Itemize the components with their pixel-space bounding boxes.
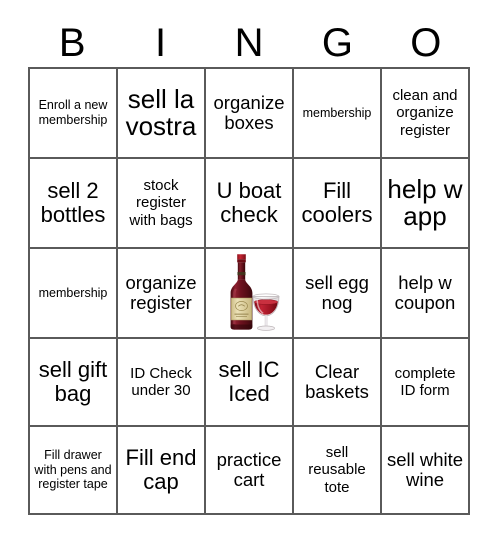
bingo-cell-label: stock register with bags [129, 177, 193, 229]
bingo-cell[interactable]: complete ID form [382, 339, 470, 427]
bingo-cell[interactable]: Fill drawer with pens and register tape [30, 427, 118, 515]
bingo-cell-label: sell egg nog [305, 271, 369, 313]
bingo-cell-label: practice cart [216, 448, 282, 490]
bingo-cell-label: help w app [387, 173, 463, 231]
bingo-cell[interactable]: help w app [382, 159, 470, 249]
bingo-cell[interactable]: Fill end cap [118, 427, 206, 515]
bingo-cell-label: Clear baskets [305, 360, 369, 402]
bingo-cell[interactable]: clean and organize register [382, 69, 470, 159]
header-letter-b: B [58, 20, 86, 65]
header-letter-i: I [155, 20, 167, 65]
bingo-cell-label: Fill coolers [301, 178, 373, 227]
bingo-cell[interactable]: Enroll a new membership [30, 69, 118, 159]
bingo-cell[interactable]: sell egg nog [294, 249, 382, 339]
bingo-cell[interactable]: membership [30, 249, 118, 339]
bingo-card: B I N G O Enroll a new membership sell l… [0, 0, 500, 544]
bingo-cell-label: sell 2 bottles [40, 178, 106, 227]
bingo-cell[interactable]: organize register [118, 249, 206, 339]
header-letter-n: N [234, 20, 264, 65]
bingo-cell-label: organize register [125, 271, 197, 313]
bingo-cell-label: Fill end cap [125, 445, 197, 494]
bingo-cell[interactable]: practice cart [206, 427, 294, 515]
bingo-cell[interactable] [206, 249, 294, 339]
bingo-cell[interactable]: sell reusable tote [294, 427, 382, 515]
bingo-cell-label: sell IC Iced [218, 357, 280, 406]
bingo-cell-label: help w coupon [394, 271, 456, 313]
bingo-grid: Enroll a new membership sell la vostra o… [28, 67, 470, 515]
bingo-cell[interactable]: sell IC Iced [206, 339, 294, 427]
bingo-cell-label: Fill drawer with pens and register tape [34, 447, 112, 492]
bingo-cell-label: organize boxes [213, 91, 285, 133]
bingo-cell[interactable]: sell gift bag [30, 339, 118, 427]
wine-bottle-and-glass-image [209, 250, 289, 336]
bingo-header: B I N G O [28, 18, 470, 67]
bingo-cell[interactable]: Clear baskets [294, 339, 382, 427]
bingo-cell-label: sell reusable tote [308, 444, 366, 496]
bingo-cell[interactable]: organize boxes [206, 69, 294, 159]
header-letter-g: G [321, 20, 353, 65]
bingo-cell[interactable]: stock register with bags [118, 159, 206, 249]
bingo-cell-label: U boat check [216, 178, 282, 227]
bingo-cell[interactable]: U boat check [206, 159, 294, 249]
bingo-cell[interactable]: sell 2 bottles [30, 159, 118, 249]
bingo-cell-label: sell white wine [386, 448, 464, 490]
bingo-cell[interactable]: ID Check under 30 [118, 339, 206, 427]
header-letter-o: O [410, 20, 442, 65]
bingo-cell[interactable]: sell white wine [382, 427, 470, 515]
bingo-cell-label: ID Check under 30 [130, 364, 192, 399]
bingo-cell-label: sell gift bag [38, 357, 108, 406]
bingo-cell-label: sell la vostra [125, 83, 197, 141]
bingo-cell[interactable]: sell la vostra [118, 69, 206, 159]
bingo-cell-label: membership [38, 285, 108, 300]
bingo-cell-label: membership [302, 105, 372, 120]
bingo-cell-label: Enroll a new membership [38, 98, 108, 127]
bingo-cell[interactable]: Fill coolers [294, 159, 382, 249]
bingo-cell-label: clean and organize register [392, 87, 458, 139]
bingo-cell[interactable]: help w coupon [382, 249, 470, 339]
bingo-cell-label: complete ID form [394, 364, 456, 399]
bingo-cell[interactable]: membership [294, 69, 382, 159]
